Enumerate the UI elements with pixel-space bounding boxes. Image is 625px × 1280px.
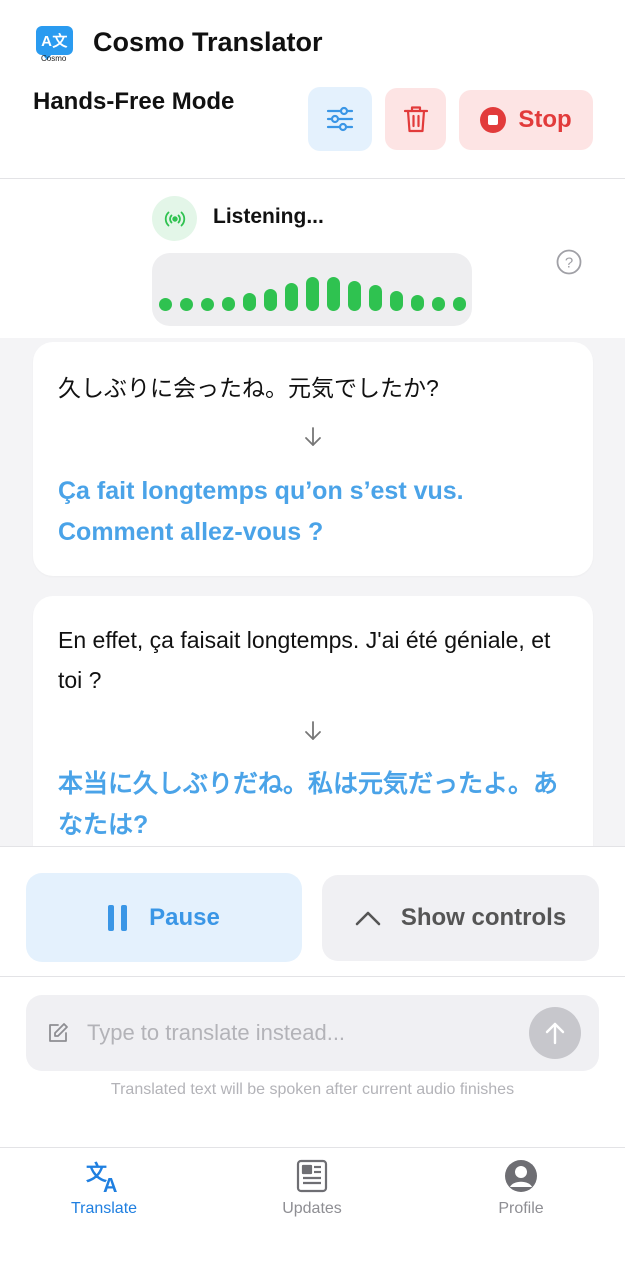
app-logo: A文 Cosmo <box>36 26 74 64</box>
send-button[interactable] <box>529 1007 581 1059</box>
translate-icon: 文 A <box>86 1161 117 1194</box>
tab-label: Translate <box>70 1200 138 1217</box>
conversation-feed[interactable]: 久しぶりに会ったね。元気でしたか? Ça fait longtemps qu’o… <box>0 338 625 846</box>
pause-icon <box>108 904 128 931</box>
waveform-bar <box>347 281 361 311</box>
waveform-bar <box>242 293 256 311</box>
profile-icon <box>505 1160 537 1192</box>
listening-status: Listening... <box>213 205 324 228</box>
waveform-bar <box>326 277 340 311</box>
waveform-bar <box>410 295 424 311</box>
stop-button[interactable]: Stop <box>459 90 593 150</box>
waveform-bar <box>431 297 445 311</box>
source-text: En effet, ça faisait longtemps. J'ai été… <box>58 627 551 693</box>
arrow-down-icon <box>305 721 321 740</box>
show-controls-button[interactable]: Show controls <box>322 875 599 961</box>
delete-button[interactable] <box>385 88 446 150</box>
tab-label: Updates <box>282 1200 342 1217</box>
arrow-up-icon <box>545 1022 565 1045</box>
waveform-bar <box>263 289 277 311</box>
translated-text: Ça fait longtemps qu’on s’est vus. Comme… <box>58 477 464 546</box>
pause-button-label: Pause <box>149 903 220 931</box>
trash-icon <box>403 106 428 133</box>
broadcast-icon <box>152 196 197 241</box>
tab-updates[interactable]: Updates <box>252 1158 372 1222</box>
waveform-bar <box>158 298 172 311</box>
waveform-bar <box>305 277 319 311</box>
source-text: 久しぶりに会ったね。元気でしたか? <box>58 375 439 401</box>
audio-waveform <box>152 253 472 326</box>
sliders-icon <box>326 106 354 132</box>
edit-icon <box>49 1023 68 1042</box>
waveform-bar <box>452 297 466 311</box>
help-icon[interactable]: ? <box>556 249 582 275</box>
translation-card: 久しぶりに会ったね。元気でしたか? Ça fait longtemps qu’o… <box>33 342 593 576</box>
translation-card: En effet, ça faisait longtemps. J'ai été… <box>33 596 593 846</box>
tab-translate[interactable]: 文 A Translate <box>44 1158 164 1222</box>
tab-label: Profile <box>498 1200 544 1217</box>
mode-title: Hands-Free Mode <box>33 88 235 115</box>
svg-text:A: A <box>103 1175 117 1194</box>
translated-text: 本当に久しぶりだね。私は元気だったよ。あなたは? <box>58 770 559 839</box>
translate-text-input[interactable] <box>87 1010 517 1056</box>
logo-caption: Cosmo <box>41 54 67 63</box>
chevron-up-icon <box>355 911 381 926</box>
svg-text:?: ? <box>565 255 573 272</box>
waveform-bar <box>200 298 214 311</box>
tab-profile[interactable]: Profile <box>461 1158 581 1222</box>
stop-icon <box>480 107 507 133</box>
input-hint: Translated text will be spoken after cur… <box>110 1081 515 1098</box>
show-controls-label: Show controls <box>400 904 567 931</box>
translate-logo-icon: A文 <box>36 26 73 60</box>
newspaper-icon <box>296 1159 328 1193</box>
waveform-bar <box>179 298 193 311</box>
app-title: Cosmo Translator <box>93 27 323 57</box>
stop-button-label: Stop <box>518 106 572 133</box>
waveform-bar <box>389 291 403 311</box>
waveform-bar <box>368 285 382 311</box>
waveform-bar <box>284 283 298 311</box>
waveform-bar <box>221 297 235 311</box>
arrow-down-icon <box>305 427 321 446</box>
settings-button[interactable] <box>308 87 372 151</box>
pause-button[interactable]: Pause <box>26 873 302 962</box>
